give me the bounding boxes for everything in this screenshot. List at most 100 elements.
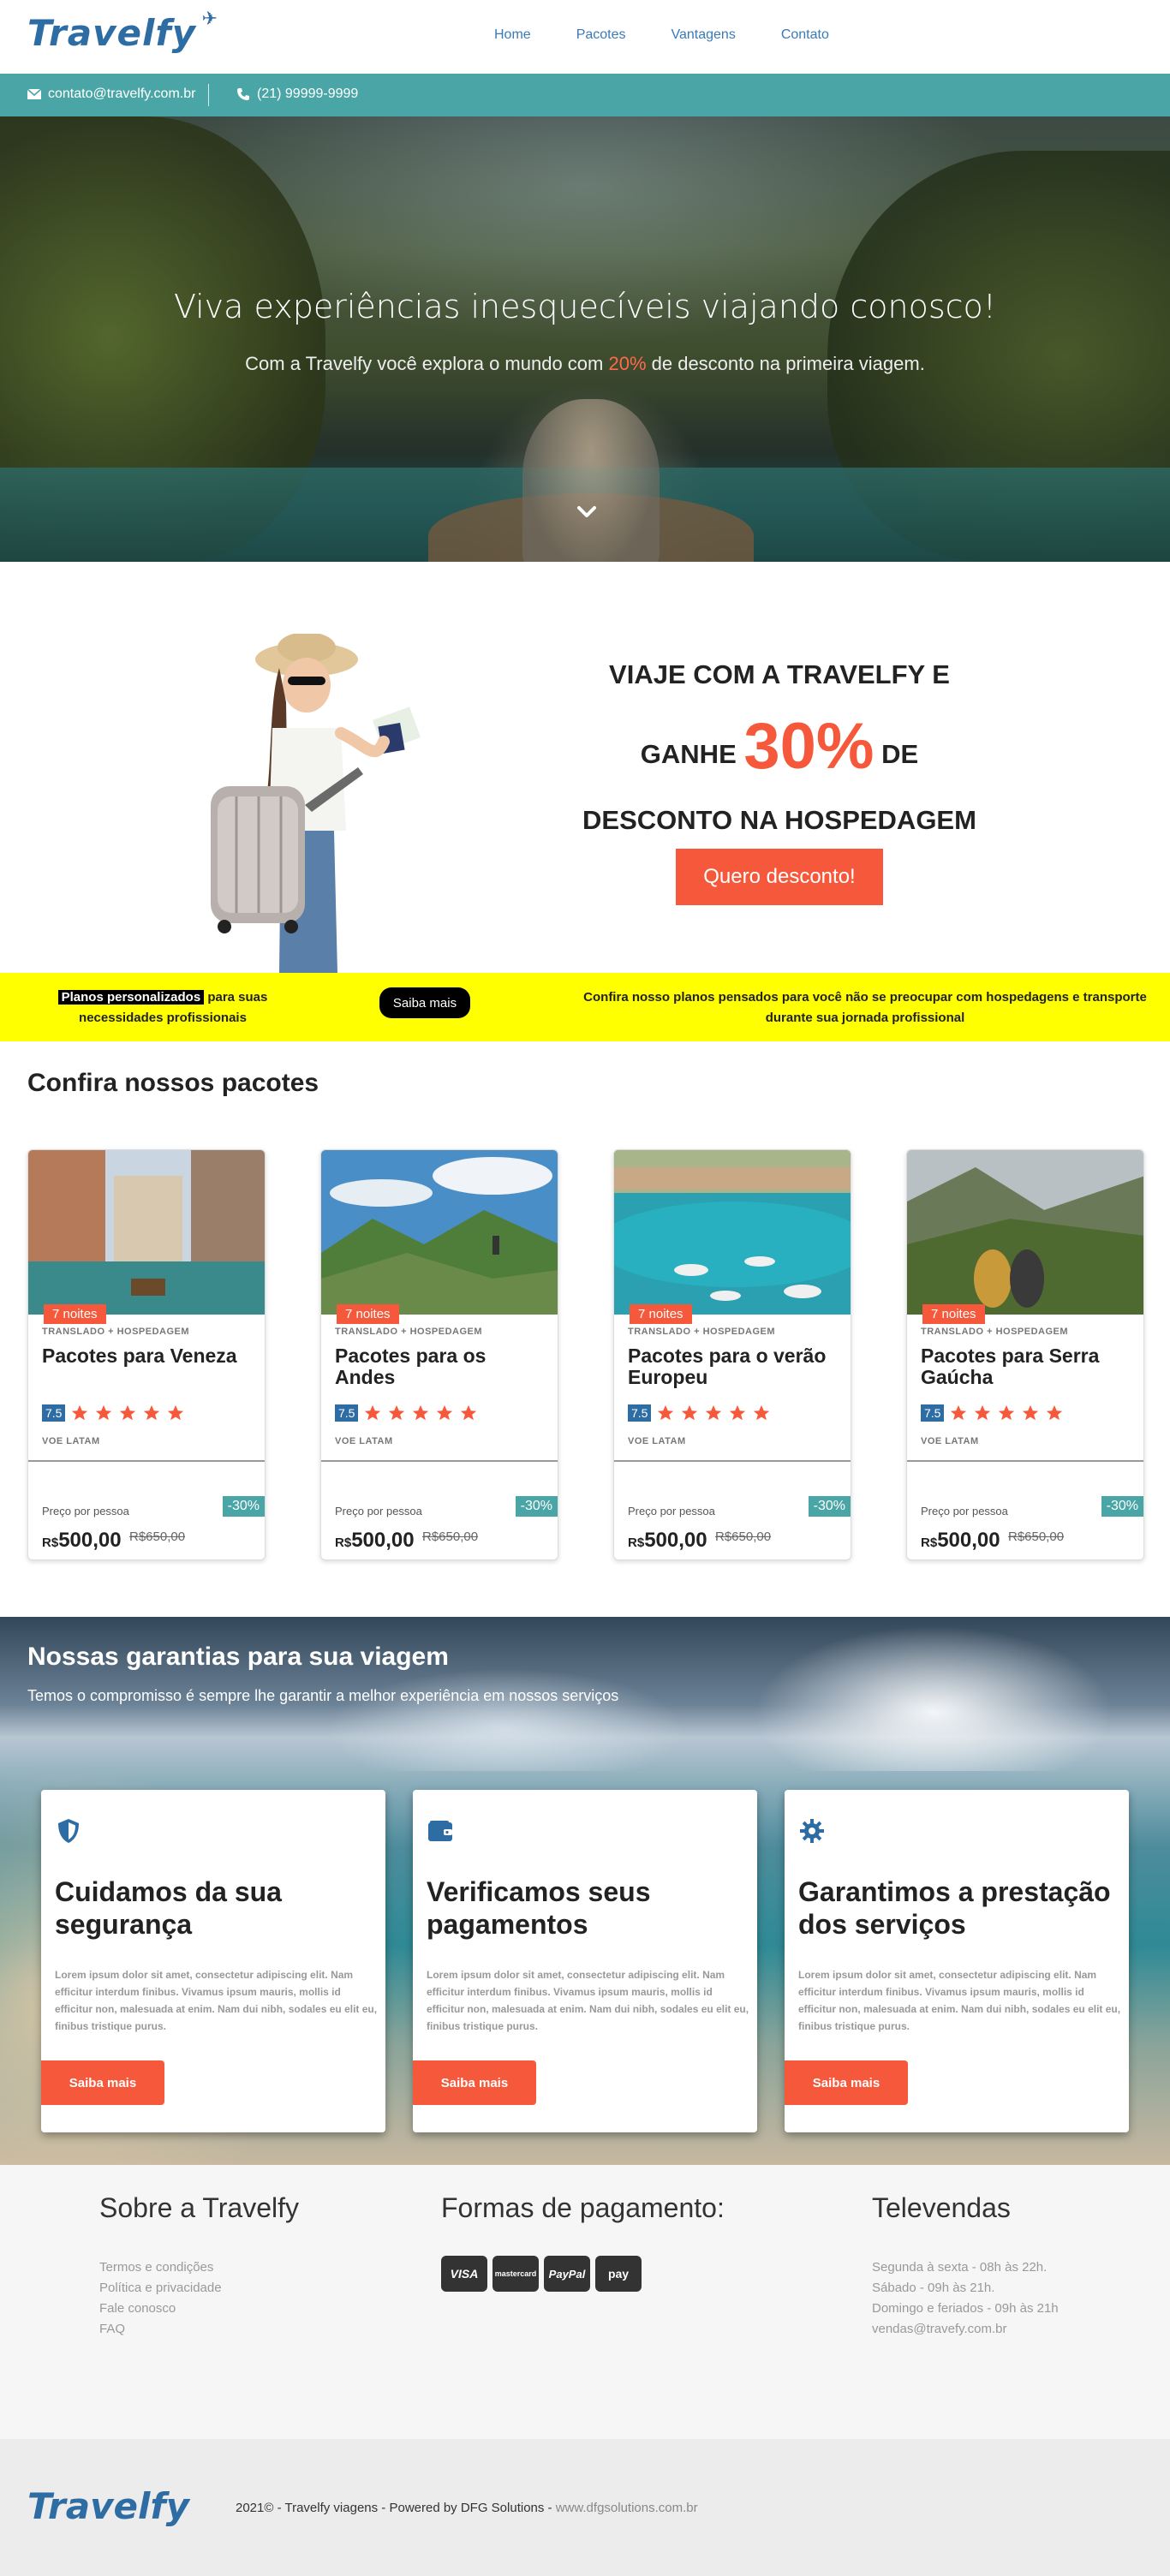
rating: 7.5 <box>628 1404 771 1422</box>
rating: 7.5 <box>921 1404 1064 1422</box>
plans-banner: Planos personalizados para suas necessid… <box>0 973 1170 1041</box>
discount-badge: -30% <box>222 1496 265 1517</box>
star-icon <box>437 1404 453 1421</box>
footer-logo[interactable]: Travelfy <box>27 2485 189 2527</box>
sales-hours: Segunda à sexta - 08h às 22h. Sábado - 0… <box>872 2257 1059 2340</box>
copyright: 2021© - Travelfy viagens - Powered by DF… <box>236 2501 698 2515</box>
plane-icon: ✈ <box>201 9 218 30</box>
about-links: Termos e condições Política e privacidad… <box>99 2257 222 2340</box>
package-card[interactable]: 7 noites TRANSLADO + HOSPEDAGEM Pacotes … <box>320 1149 558 1560</box>
discount-button[interactable]: Quero desconto! <box>676 849 883 905</box>
star-icon <box>120 1404 136 1421</box>
guarantee-card: Verificamos seus pagamentos Lorem ipsum … <box>413 1790 757 2132</box>
promo-line-1: VIAJE COM A TRAVELFY E <box>609 659 950 689</box>
nav-pacotes[interactable]: Pacotes <box>576 27 626 43</box>
phone-icon <box>237 88 249 100</box>
divider <box>614 1460 851 1462</box>
star-icon <box>975 1404 991 1421</box>
package-card[interactable]: 7 noites TRANSLADO + HOSPEDAGEM Pacotes … <box>27 1149 266 1560</box>
footer: Sobre a Travelfy Termos e condições Polí… <box>0 2165 1170 2439</box>
package-name: Pacotes para os Andes <box>335 1345 487 1388</box>
payment-title: Formas de pagamento: <box>441 2192 725 2223</box>
link-fale-conosco[interactable]: Fale conosco <box>99 2299 222 2319</box>
star-icon <box>658 1404 674 1421</box>
old-price: R$650,00 <box>129 1530 186 1544</box>
header: Travelfy ✈ Home Pacotes Vantagens Contato <box>0 0 1170 74</box>
old-price: R$650,00 <box>715 1530 772 1544</box>
contact-email[interactable]: contato@travelfy.com.br <box>27 86 195 102</box>
promo-discount: 30% <box>743 710 875 783</box>
nights-badge: 7 noites <box>44 1304 106 1324</box>
saiba-mais-button[interactable]: Saiba mais <box>785 2060 908 2105</box>
package-image-venice <box>28 1150 265 1315</box>
nav-home[interactable]: Home <box>494 27 531 43</box>
chevron-down-icon[interactable] <box>576 502 597 522</box>
star-icon <box>144 1404 160 1421</box>
package-card[interactable]: 7 noites TRANSLADO + HOSPEDAGEM Pacotes … <box>906 1149 1144 1560</box>
plans-text: Planos personalizados para suas necessid… <box>26 987 300 1029</box>
star-icon <box>682 1404 698 1421</box>
star-icon <box>706 1404 722 1421</box>
contact-bar: contato@travelfy.com.br (21) 99999-9999 <box>0 74 1170 116</box>
packages-title: Confira nossos pacotes <box>27 1069 319 1097</box>
old-price: R$650,00 <box>1008 1530 1065 1544</box>
guarantees-title: Nossas garantias para sua viagem <box>27 1643 449 1671</box>
guarantee-text: Lorem ipsum dolor sit amet, consectetur … <box>55 1969 378 2032</box>
package-card[interactable]: 7 noites TRANSLADO + HOSPEDAGEM Pacotes … <box>613 1149 851 1560</box>
nav-contato[interactable]: Contato <box>781 27 829 43</box>
developer-link[interactable]: www.dfgsolutions.com.br <box>556 2501 698 2515</box>
guarantee-card: Garantimos a prestação dos serviços Lore… <box>785 1790 1129 2132</box>
nights-badge: 7 noites <box>922 1304 985 1324</box>
airline: VOE LATAM <box>335 1436 393 1446</box>
nights-badge: 7 noites <box>630 1304 692 1324</box>
link-termos[interactable]: Termos e condições <box>99 2257 222 2278</box>
package-name: Pacotes para Veneza <box>42 1345 237 1367</box>
score-badge: 7.5 <box>628 1404 652 1422</box>
visa-icon: VISA <box>441 2256 487 2292</box>
score-badge: 7.5 <box>921 1404 945 1422</box>
shield-icon <box>58 1819 79 1843</box>
promo-line-3: DESCONTO NA HOSPEDAGEM <box>582 805 976 835</box>
price: R$500,00 <box>921 1529 1000 1552</box>
divider <box>907 1460 1143 1462</box>
guarantee-text: Lorem ipsum dolor sit amet, consectetur … <box>798 1969 1121 2032</box>
star-icon <box>413 1404 429 1421</box>
link-faq[interactable]: FAQ <box>99 2319 222 2340</box>
saiba-mais-button[interactable]: Saiba mais <box>413 2060 536 2105</box>
star-icon <box>730 1404 746 1421</box>
payment-methods: VISA mastercard PayPal pay <box>441 2256 642 2292</box>
bottom-bar: Travelfy 2021© - Travelfy viagens - Powe… <box>0 2439 1170 2576</box>
rating: 7.5 <box>42 1404 185 1422</box>
score-badge: 7.5 <box>42 1404 66 1422</box>
package-image-andes <box>321 1150 558 1315</box>
saiba-mais-button[interactable]: Saiba mais <box>41 2060 164 2105</box>
star-icon <box>951 1404 967 1421</box>
discount-badge: -30% <box>515 1496 558 1517</box>
guarantee-title: Verificamos seus pagamentos <box>427 1876 651 1940</box>
nav-vantagens[interactable]: Vantagens <box>672 27 736 43</box>
sales-title: Televendas <box>872 2192 1011 2223</box>
envelope-icon <box>27 89 41 99</box>
promo-section: VIAJE COM A TRAVELFY E GANHE 30% DE DESC… <box>0 562 1170 973</box>
star-icon <box>1023 1404 1039 1421</box>
price: R$500,00 <box>335 1529 415 1552</box>
star-icon <box>365 1404 381 1421</box>
star-icon <box>999 1404 1015 1421</box>
airline: VOE LATAM <box>42 1436 100 1446</box>
contact-phone[interactable]: (21) 99999-9999 <box>236 86 358 102</box>
promo-line-2: GANHE 30% DE <box>640 710 919 783</box>
airline: VOE LATAM <box>628 1436 686 1446</box>
guarantee-title: Garantimos a prestação dos serviços <box>798 1876 1111 1940</box>
package-name: Pacotes para o verão Europeu <box>628 1345 827 1388</box>
about-title: Sobre a Travelfy <box>99 2192 299 2223</box>
paypal-icon: PayPal <box>544 2256 590 2292</box>
sales-email[interactable]: vendas@travefy.com.br <box>872 2319 1059 2340</box>
plans-button[interactable]: Saiba mais <box>379 987 470 1018</box>
guarantees-subtitle: Temos o compromisso é sempre lhe garanti… <box>27 1687 619 1704</box>
plans-description: Confira nosso planos pensados para você … <box>583 990 1147 1025</box>
star-icon <box>461 1404 477 1421</box>
wallet-icon <box>428 1821 452 1841</box>
logo[interactable]: Travelfy ✈ <box>27 9 218 54</box>
link-privacidade[interactable]: Política e privacidade <box>99 2278 222 2299</box>
package-image-serra <box>907 1150 1143 1315</box>
